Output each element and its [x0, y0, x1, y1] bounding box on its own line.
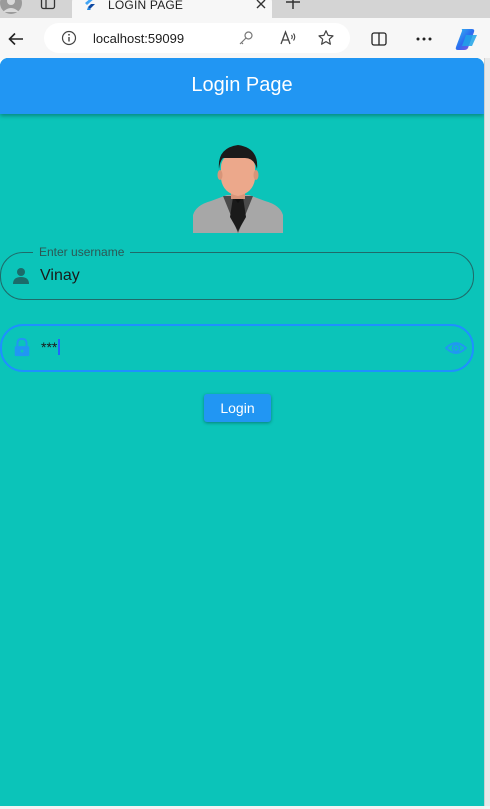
tab-title: LOGIN PAGE — [108, 0, 184, 12]
back-arrow-icon[interactable] — [7, 30, 25, 48]
username-field[interactable]: Enter username Vinay — [0, 244, 474, 300]
tab-strip: LOGIN PAGE — [0, 0, 490, 18]
username-input[interactable]: Vinay — [40, 267, 80, 285]
login-button[interactable]: Login — [204, 394, 271, 422]
page-title: Login Page — [191, 74, 293, 96]
tab-actions-icon[interactable] — [40, 0, 56, 10]
password-input[interactable]: *** — [41, 339, 60, 355]
star-icon[interactable] — [317, 29, 335, 47]
more-icon[interactable] — [414, 30, 434, 48]
info-icon[interactable] — [61, 30, 77, 46]
app-viewport: Login Page Enter username Vinay *** Logi… — [0, 58, 484, 806]
plus-icon[interactable] — [285, 0, 301, 10]
app-bar: Login Page — [0, 58, 484, 114]
address-bar[interactable]: localhost:59099 — [44, 23, 350, 53]
flutter-icon — [85, 0, 95, 10]
avatar — [193, 145, 283, 233]
split-screen-icon[interactable] — [370, 30, 388, 48]
browser-tab[interactable]: LOGIN PAGE — [72, 0, 272, 18]
profile-icon[interactable] — [0, 0, 22, 14]
close-icon[interactable] — [254, 0, 268, 11]
eye-icon[interactable] — [445, 337, 467, 359]
url-text[interactable]: localhost:59099 — [93, 31, 184, 46]
key-icon[interactable] — [238, 30, 254, 46]
text-caret — [58, 339, 60, 355]
password-field[interactable]: *** — [0, 324, 474, 372]
lock-icon — [14, 337, 30, 357]
window-edge — [484, 58, 490, 809]
username-label: Enter username — [33, 244, 131, 260]
password-dots: *** — [41, 339, 58, 355]
browser-toolbar: localhost:59099 — [0, 18, 490, 60]
read-aloud-icon[interactable] — [279, 29, 297, 47]
person-icon — [13, 268, 29, 284]
copilot-icon[interactable] — [453, 26, 479, 52]
